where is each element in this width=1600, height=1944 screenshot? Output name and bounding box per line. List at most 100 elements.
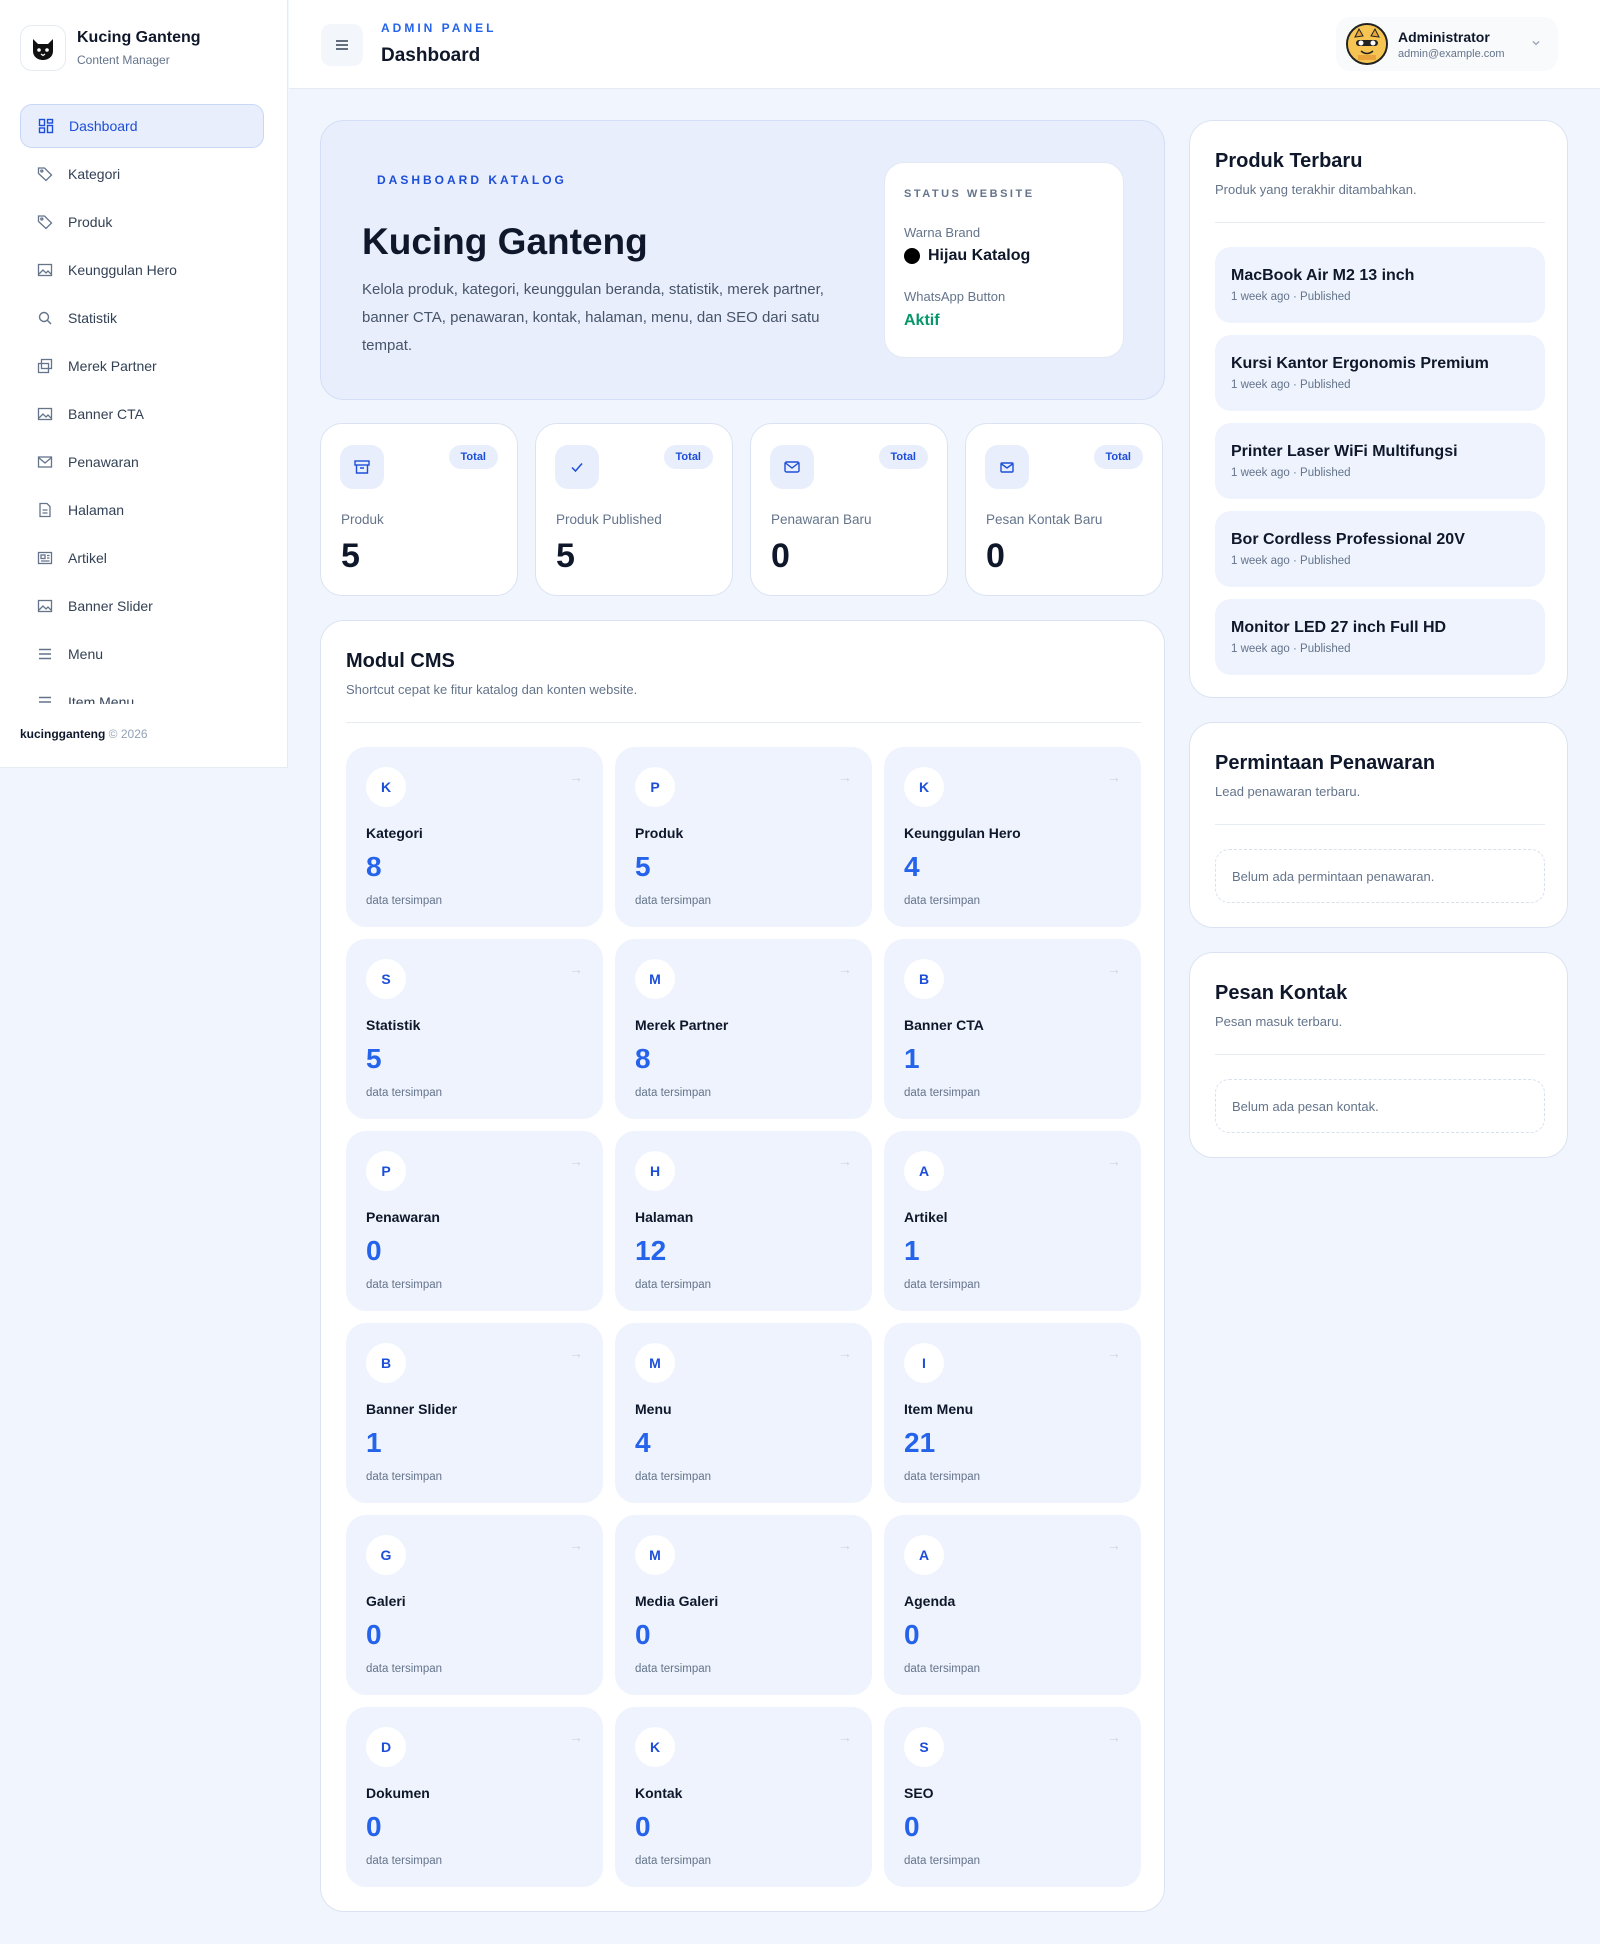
module-card-agenda[interactable]: A → Agenda 0 data tersimpan xyxy=(884,1515,1141,1695)
list-item[interactable]: Kursi Kantor Ergonomis Premium 1 week ag… xyxy=(1215,335,1545,411)
stat-label: Produk Published xyxy=(556,512,662,527)
module-card-produk[interactable]: P → Produk 5 data tersimpan xyxy=(615,747,872,927)
module-card-galeri[interactable]: G → Galeri 0 data tersimpan xyxy=(346,1515,603,1695)
module-letter-badge: B xyxy=(366,1343,406,1383)
module-count: 0 xyxy=(366,1235,382,1266)
module-name: Kategori xyxy=(366,825,423,841)
product-name: Monitor LED 27 inch Full HD xyxy=(1231,619,1447,636)
module-card-artikel[interactable]: A → Artikel 1 data tersimpan xyxy=(884,1131,1141,1311)
image-icon xyxy=(36,597,54,615)
list-item[interactable]: MacBook Air M2 13 inch 1 week ago · Publ… xyxy=(1215,247,1545,323)
search-icon xyxy=(36,309,54,327)
module-card-keunggulan-hero[interactable]: K → Keunggulan Hero 4 data tersimpan xyxy=(884,747,1141,927)
sidebar-item-label: Banner Slider xyxy=(68,598,153,614)
module-card-penawaran[interactable]: P → Penawaran 0 data tersimpan xyxy=(346,1131,603,1311)
mail-icon xyxy=(36,453,54,471)
sidebar-item-banner-slider[interactable]: Banner Slider xyxy=(20,584,264,628)
module-card-media-galeri[interactable]: M → Media Galeri 0 data tersimpan xyxy=(615,1515,872,1695)
module-card-seo[interactable]: S → SEO 0 data tersimpan xyxy=(884,1707,1141,1887)
status-kicker: STATUS WEBSITE xyxy=(904,188,1035,200)
arrow-right-icon: → xyxy=(569,769,583,785)
module-letter-badge: M xyxy=(635,1343,675,1383)
module-count: 8 xyxy=(635,1043,651,1074)
list-item[interactable]: Printer Laser WiFi Multifungsi 1 week ag… xyxy=(1215,423,1545,499)
module-count: 1 xyxy=(904,1043,920,1074)
module-count: 21 xyxy=(904,1427,936,1458)
arrow-right-icon: → xyxy=(838,769,852,785)
sidebar-item-item-menu[interactable]: Item Menu xyxy=(20,680,264,704)
sidebar-item-penawaran[interactable]: Penawaran xyxy=(20,440,264,484)
sidebar-item-produk[interactable]: Produk xyxy=(20,200,264,244)
module-card-merek-partner[interactable]: M → Merek Partner 8 data tersimpan xyxy=(615,939,872,1119)
user-email: admin@example.com xyxy=(1398,47,1505,60)
module-note: data tersimpan xyxy=(904,1855,981,1867)
mail-icon xyxy=(985,445,1029,489)
sidebar-item-artikel[interactable]: Artikel xyxy=(20,536,264,580)
module-card-banner-slider[interactable]: B → Banner Slider 1 data tersimpan xyxy=(346,1323,603,1503)
sidebar-item-merek-partner[interactable]: Merek Partner xyxy=(20,344,264,388)
stat-card-produk-published[interactable]: Total Produk Published 5 xyxy=(535,423,733,596)
mail-icon xyxy=(770,445,814,489)
module-count: 5 xyxy=(635,851,651,882)
module-card-statistik[interactable]: S → Statistik 5 data tersimpan xyxy=(346,939,603,1119)
stat-badge: Total xyxy=(448,445,498,469)
module-card-dokumen[interactable]: D → Dokumen 0 data tersimpan xyxy=(346,1707,603,1887)
stat-card-penawaran-baru[interactable]: Total Penawaran Baru 0 xyxy=(750,423,948,596)
module-note: data tersimpan xyxy=(366,1663,443,1675)
sidebar-item-dashboard[interactable]: Dashboard xyxy=(20,104,264,148)
list-item[interactable]: Monitor LED 27 inch Full HD 1 week ago ·… xyxy=(1215,599,1545,675)
list-icon xyxy=(36,693,54,704)
sidebar-item-keunggulan-hero[interactable]: Keunggulan Hero xyxy=(20,248,264,292)
menu-toggle-button[interactable] xyxy=(321,24,363,66)
sidebar-item-label: Statistik xyxy=(68,310,118,326)
page-title: Dashboard xyxy=(381,45,481,66)
brand[interactable]: Kucing Ganteng Content Manager xyxy=(20,25,201,71)
module-note: data tersimpan xyxy=(366,1279,443,1291)
module-name: Statistik xyxy=(366,1017,421,1033)
divider xyxy=(1215,1054,1545,1055)
module-name: Keunggulan Hero xyxy=(904,825,1021,841)
list-item[interactable]: Bor Cordless Professional 20V 1 week ago… xyxy=(1215,511,1545,587)
module-letter-badge: K xyxy=(904,767,944,807)
module-note: data tersimpan xyxy=(366,1471,443,1483)
module-name: Menu xyxy=(635,1401,672,1417)
module-name: Item Menu xyxy=(904,1401,974,1417)
sidebar-item-statistik[interactable]: Statistik xyxy=(20,296,264,340)
product-name: Bor Cordless Professional 20V xyxy=(1231,531,1465,548)
sidebar-item-menu[interactable]: Menu xyxy=(20,632,264,676)
avatar xyxy=(1346,23,1388,65)
panel-title: Produk Terbaru xyxy=(1215,150,1363,172)
contact-messages-panel: Pesan Kontak Pesan masuk terbaru. Belum … xyxy=(1189,952,1568,1158)
list-icon xyxy=(36,645,54,663)
stat-card-produk[interactable]: Total Produk 5 xyxy=(320,423,518,596)
module-name: Dokumen xyxy=(366,1785,430,1801)
sidebar-item-banner-cta[interactable]: Banner CTA xyxy=(20,392,264,436)
sidebar-item-halaman[interactable]: Halaman xyxy=(20,488,264,532)
module-letter-badge: D xyxy=(366,1727,406,1767)
module-name: Banner CTA xyxy=(904,1017,984,1033)
arrow-right-icon: → xyxy=(569,1537,583,1553)
module-card-menu[interactable]: M → Menu 4 data tersimpan xyxy=(615,1323,872,1503)
module-card-halaman[interactable]: H → Halaman 12 data tersimpan xyxy=(615,1131,872,1311)
user-menu[interactable]: Administrator admin@example.com xyxy=(1336,17,1558,71)
arrow-right-icon: → xyxy=(1107,1153,1121,1169)
empty-state: Belum ada pesan kontak. xyxy=(1215,1079,1545,1133)
sidebar-item-kategori[interactable]: Kategori xyxy=(20,152,264,196)
arrow-right-icon: → xyxy=(838,1729,852,1745)
product-meta: 1 week ago · Published xyxy=(1231,555,1351,567)
image-icon xyxy=(36,405,54,423)
module-name: Galeri xyxy=(366,1593,406,1609)
module-count: 0 xyxy=(904,1811,920,1842)
module-letter-badge: S xyxy=(904,1727,944,1767)
module-card-item-menu[interactable]: I → Item Menu 21 data tersimpan xyxy=(884,1323,1141,1503)
check-icon xyxy=(555,445,599,489)
stat-card-pesan-kontak-baru[interactable]: Total Pesan Kontak Baru 0 xyxy=(965,423,1163,596)
arrow-right-icon: → xyxy=(569,1729,583,1745)
divider xyxy=(346,722,1141,723)
module-card-kategori[interactable]: K → Kategori 8 data tersimpan xyxy=(346,747,603,927)
module-note: data tersimpan xyxy=(635,1087,712,1099)
module-card-banner-cta[interactable]: B → Banner CTA 1 data tersimpan xyxy=(884,939,1141,1119)
module-card-kontak[interactable]: K → Kontak 0 data tersimpan xyxy=(615,1707,872,1887)
color-swatch-icon xyxy=(904,248,920,264)
panel-subtitle: Lead penawaran terbaru. xyxy=(1215,784,1361,799)
